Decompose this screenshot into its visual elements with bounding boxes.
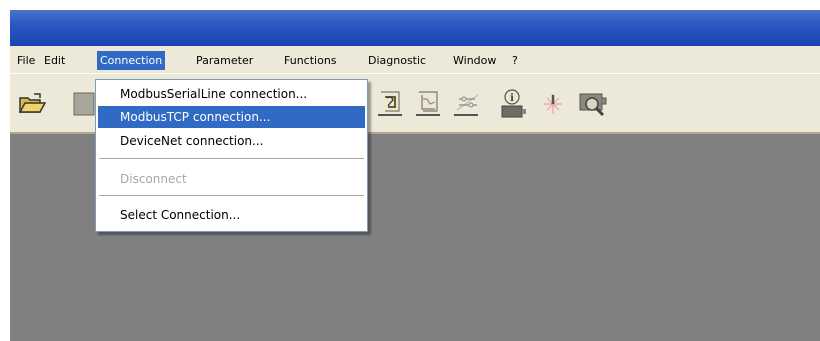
menu-edit[interactable]: Edit	[41, 51, 68, 70]
sparkle-icon[interactable]	[537, 88, 569, 120]
upload-icon[interactable]	[374, 88, 406, 120]
menu-item-modbus-serial[interactable]: ModbusSerialLine connection...	[98, 83, 365, 105]
chart-icon[interactable]	[412, 88, 444, 120]
menu-item-select-connection[interactable]: Select Connection...	[98, 204, 365, 226]
menu-separator	[99, 195, 364, 196]
title-bar[interactable]	[10, 10, 820, 46]
menu-functions[interactable]: Functions	[281, 51, 340, 70]
device-info-icon[interactable]: i	[496, 88, 528, 120]
connection-dropdown-menu: ModbusSerialLine connection... ModbusTCP…	[95, 79, 368, 232]
inspect-icon[interactable]	[576, 88, 608, 120]
menu-help[interactable]: ?	[509, 51, 521, 70]
menu-window[interactable]: Window	[450, 51, 499, 70]
open-folder-icon[interactable]	[16, 88, 48, 120]
menu-item-devicenet[interactable]: DeviceNet connection...	[98, 130, 365, 152]
menu-diagnostic[interactable]: Diagnostic	[365, 51, 429, 70]
menu-separator	[99, 158, 364, 159]
menu-connection[interactable]: Connection	[97, 51, 166, 70]
menu-item-disconnect: Disconnect	[120, 172, 187, 186]
menu-item-modbus-tcp[interactable]: ModbusTCP connection...	[98, 106, 365, 128]
switch-icon[interactable]	[450, 88, 482, 120]
menu-parameter[interactable]: Parameter	[193, 51, 256, 70]
menu-bar: File Edit Connection Parameter Functions…	[10, 49, 820, 71]
menu-file[interactable]: File	[14, 51, 38, 70]
svg-text:i: i	[510, 93, 514, 104]
